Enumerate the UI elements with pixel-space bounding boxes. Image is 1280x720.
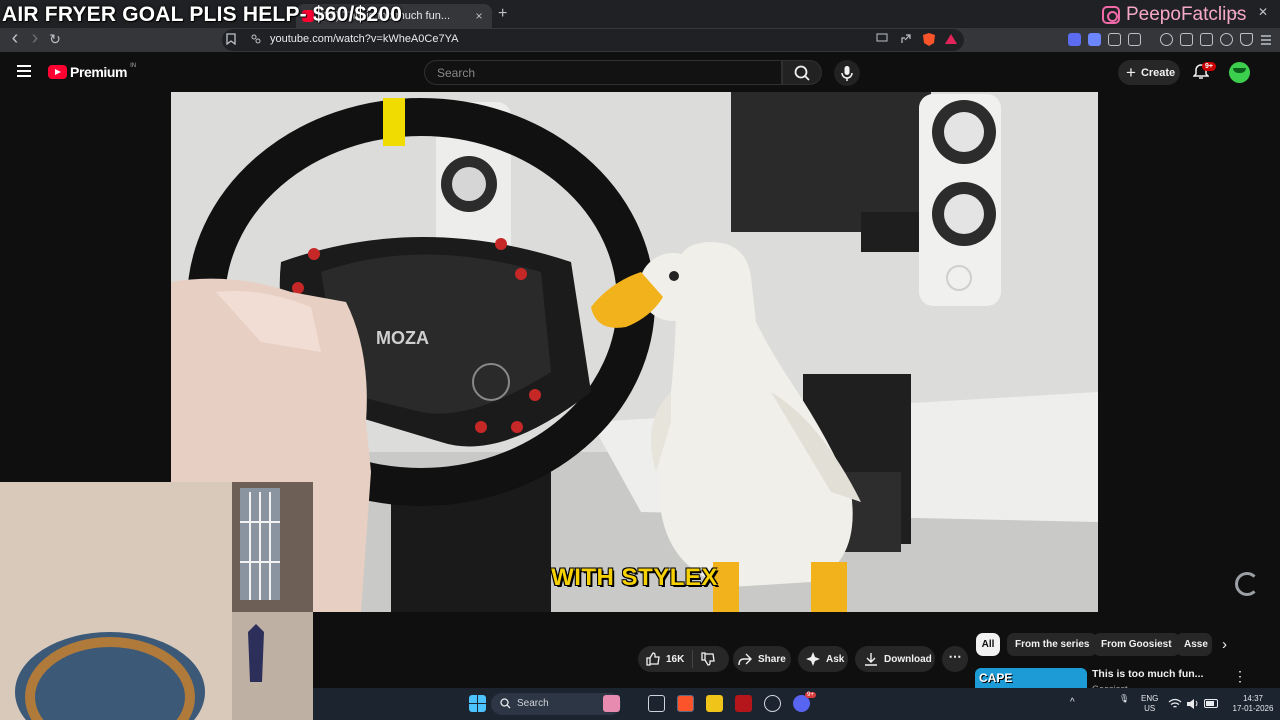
extensions-puzzle-icon[interactable] <box>1108 33 1121 46</box>
search-icon <box>500 698 511 709</box>
url-text: youtube.com/watch?v=kWheA0Ce7YA <box>270 33 459 45</box>
create-label: Create <box>1140 66 1176 79</box>
country-code: IN <box>130 63 137 69</box>
windows-taskbar: Search 9+ ^ 🎙 ENG US 14:37 17-01-2026 <box>313 688 1280 720</box>
account-avatar[interactable] <box>1229 62 1250 83</box>
clock-time: 14:37 <box>1242 694 1264 703</box>
ask-label: Ask <box>826 653 845 665</box>
bookmark-icon[interactable] <box>226 33 236 48</box>
webcam-feed <box>0 482 313 720</box>
taskbar-search[interactable]: Search <box>491 693 621 715</box>
brave-browser-icon[interactable] <box>677 695 694 712</box>
logo-text: Premium <box>70 64 128 80</box>
input-language[interactable]: ENG US <box>1141 694 1158 714</box>
recommendation-menu-icon[interactable]: ⋮ <box>1233 668 1247 685</box>
forward-button[interactable]: › <box>26 27 44 50</box>
download-button[interactable]: Download <box>855 646 935 672</box>
download-label: Download <box>884 653 932 665</box>
chip-from-goosiest[interactable]: From Goosiest <box>1093 633 1180 656</box>
more-actions-button[interactable]: ⋯ <box>942 646 968 672</box>
chip-from-the-series[interactable]: From the series <box>1007 633 1098 656</box>
sidebar-icon[interactable] <box>1180 33 1193 46</box>
language-code: ENG <box>1141 694 1159 703</box>
instagram-handle-text: PeepoFatclips <box>1126 4 1247 25</box>
search-icon <box>794 65 810 81</box>
browser-toolbar: ‹ › ↻ youtube.com/watch?v=kWheA0Ce7YA <box>0 27 1280 52</box>
extension-1-icon[interactable] <box>1068 33 1081 46</box>
share-page-icon[interactable] <box>900 33 912 48</box>
reload-button[interactable]: ↻ <box>46 31 64 48</box>
like-dislike-group: 16K <box>638 646 729 672</box>
volume-icon[interactable] <box>1186 698 1200 709</box>
youtube-masthead: Premium IN Search + Create 9+ <box>0 52 1280 92</box>
chip-more[interactable]: Asse <box>1176 633 1212 656</box>
download-icon <box>865 653 877 666</box>
notifications-badge: 9+ <box>1202 62 1216 71</box>
microphone-icon <box>841 66 853 81</box>
task-view-icon[interactable] <box>648 695 665 712</box>
dislike-button[interactable] <box>701 652 716 666</box>
windows-start-icon[interactable] <box>469 695 486 712</box>
site-settings-icon[interactable] <box>250 33 262 48</box>
new-tab-button[interactable]: + <box>498 5 507 23</box>
leo-ai-icon[interactable] <box>1220 33 1233 46</box>
guide-menu-icon[interactable] <box>17 65 31 77</box>
screen: (35) This is too much fun... × + – ✕ ‹ ›… <box>0 0 1280 720</box>
close-window-button[interactable]: ✕ <box>1258 5 1268 19</box>
system-clock[interactable]: 14:37 17-01-2026 <box>1231 694 1275 714</box>
share-label: Share <box>758 653 786 665</box>
wallet-icon[interactable] <box>1200 33 1213 46</box>
instagram-icon <box>1102 6 1120 24</box>
like-button[interactable]: 16K <box>646 652 684 666</box>
extension-2-icon[interactable] <box>1088 33 1101 46</box>
brave-rewards-icon[interactable] <box>944 32 958 49</box>
stream-goal-overlay: AIR FRYER GOAL PLIS HELP- $60/$200 <box>2 3 403 26</box>
wifi-icon[interactable] <box>1168 698 1182 709</box>
tab-close-icon[interactable]: × <box>472 9 486 23</box>
microphone-tray-icon[interactable]: 🎙 <box>1119 694 1129 704</box>
taskbar-search-label: Search <box>517 698 549 709</box>
cast-page-icon[interactable] <box>876 33 888 46</box>
share-button[interactable]: Share <box>733 646 791 672</box>
instagram-handle-overlay: PeepoFatclips <box>1102 4 1246 26</box>
taskbar-widget-flowers-icon[interactable] <box>603 695 620 712</box>
create-button[interactable]: + Create <box>1118 60 1180 85</box>
media-control-icon[interactable] <box>1160 33 1173 46</box>
like-count: 16K <box>666 653 685 665</box>
clock-date: 17-01-2026 <box>1232 704 1274 713</box>
autoplay-loading-icon <box>1235 572 1259 596</box>
recommendation-title[interactable]: This is too much fun... <box>1092 668 1203 680</box>
plus-icon: + <box>1126 63 1136 82</box>
obs-studio-icon[interactable] <box>764 695 781 712</box>
thumbs-up-icon <box>646 652 660 666</box>
youtube-premium-logo[interactable]: Premium IN <box>48 63 137 80</box>
chevron-right-icon[interactable]: › <box>1222 636 1227 653</box>
browser-menu-icon[interactable] <box>1260 33 1272 46</box>
sparkle-icon <box>806 652 820 666</box>
battery-icon[interactable] <box>1204 698 1220 709</box>
wheel-brand-text: MOZA <box>376 328 429 348</box>
vpn-shield-icon[interactable] <box>1240 33 1253 46</box>
brave-shield-icon[interactable] <box>922 32 936 50</box>
back-button[interactable]: ‹ <box>6 27 24 50</box>
search-input[interactable]: Search <box>424 60 782 85</box>
chip-all[interactable]: All <box>976 633 1000 656</box>
region-code: US <box>1144 704 1156 713</box>
streamer-webcam-overlay <box>0 482 313 720</box>
discord-badge: 9+ <box>805 692 816 698</box>
file-explorer-icon[interactable] <box>706 695 723 712</box>
address-bar[interactable]: youtube.com/watch?v=kWheA0Ce7YA <box>222 29 964 51</box>
thumbnail-text: CAPE <box>979 671 1013 685</box>
youtube-play-icon <box>48 65 67 79</box>
screenshot-icon[interactable] <box>1128 33 1141 46</box>
voice-search-button[interactable] <box>834 60 860 86</box>
app-red-icon[interactable] <box>735 695 752 712</box>
share-icon <box>738 653 752 666</box>
search-button[interactable] <box>782 60 822 85</box>
ask-button[interactable]: Ask <box>798 646 848 672</box>
tray-overflow-icon[interactable]: ^ <box>1070 698 1075 708</box>
